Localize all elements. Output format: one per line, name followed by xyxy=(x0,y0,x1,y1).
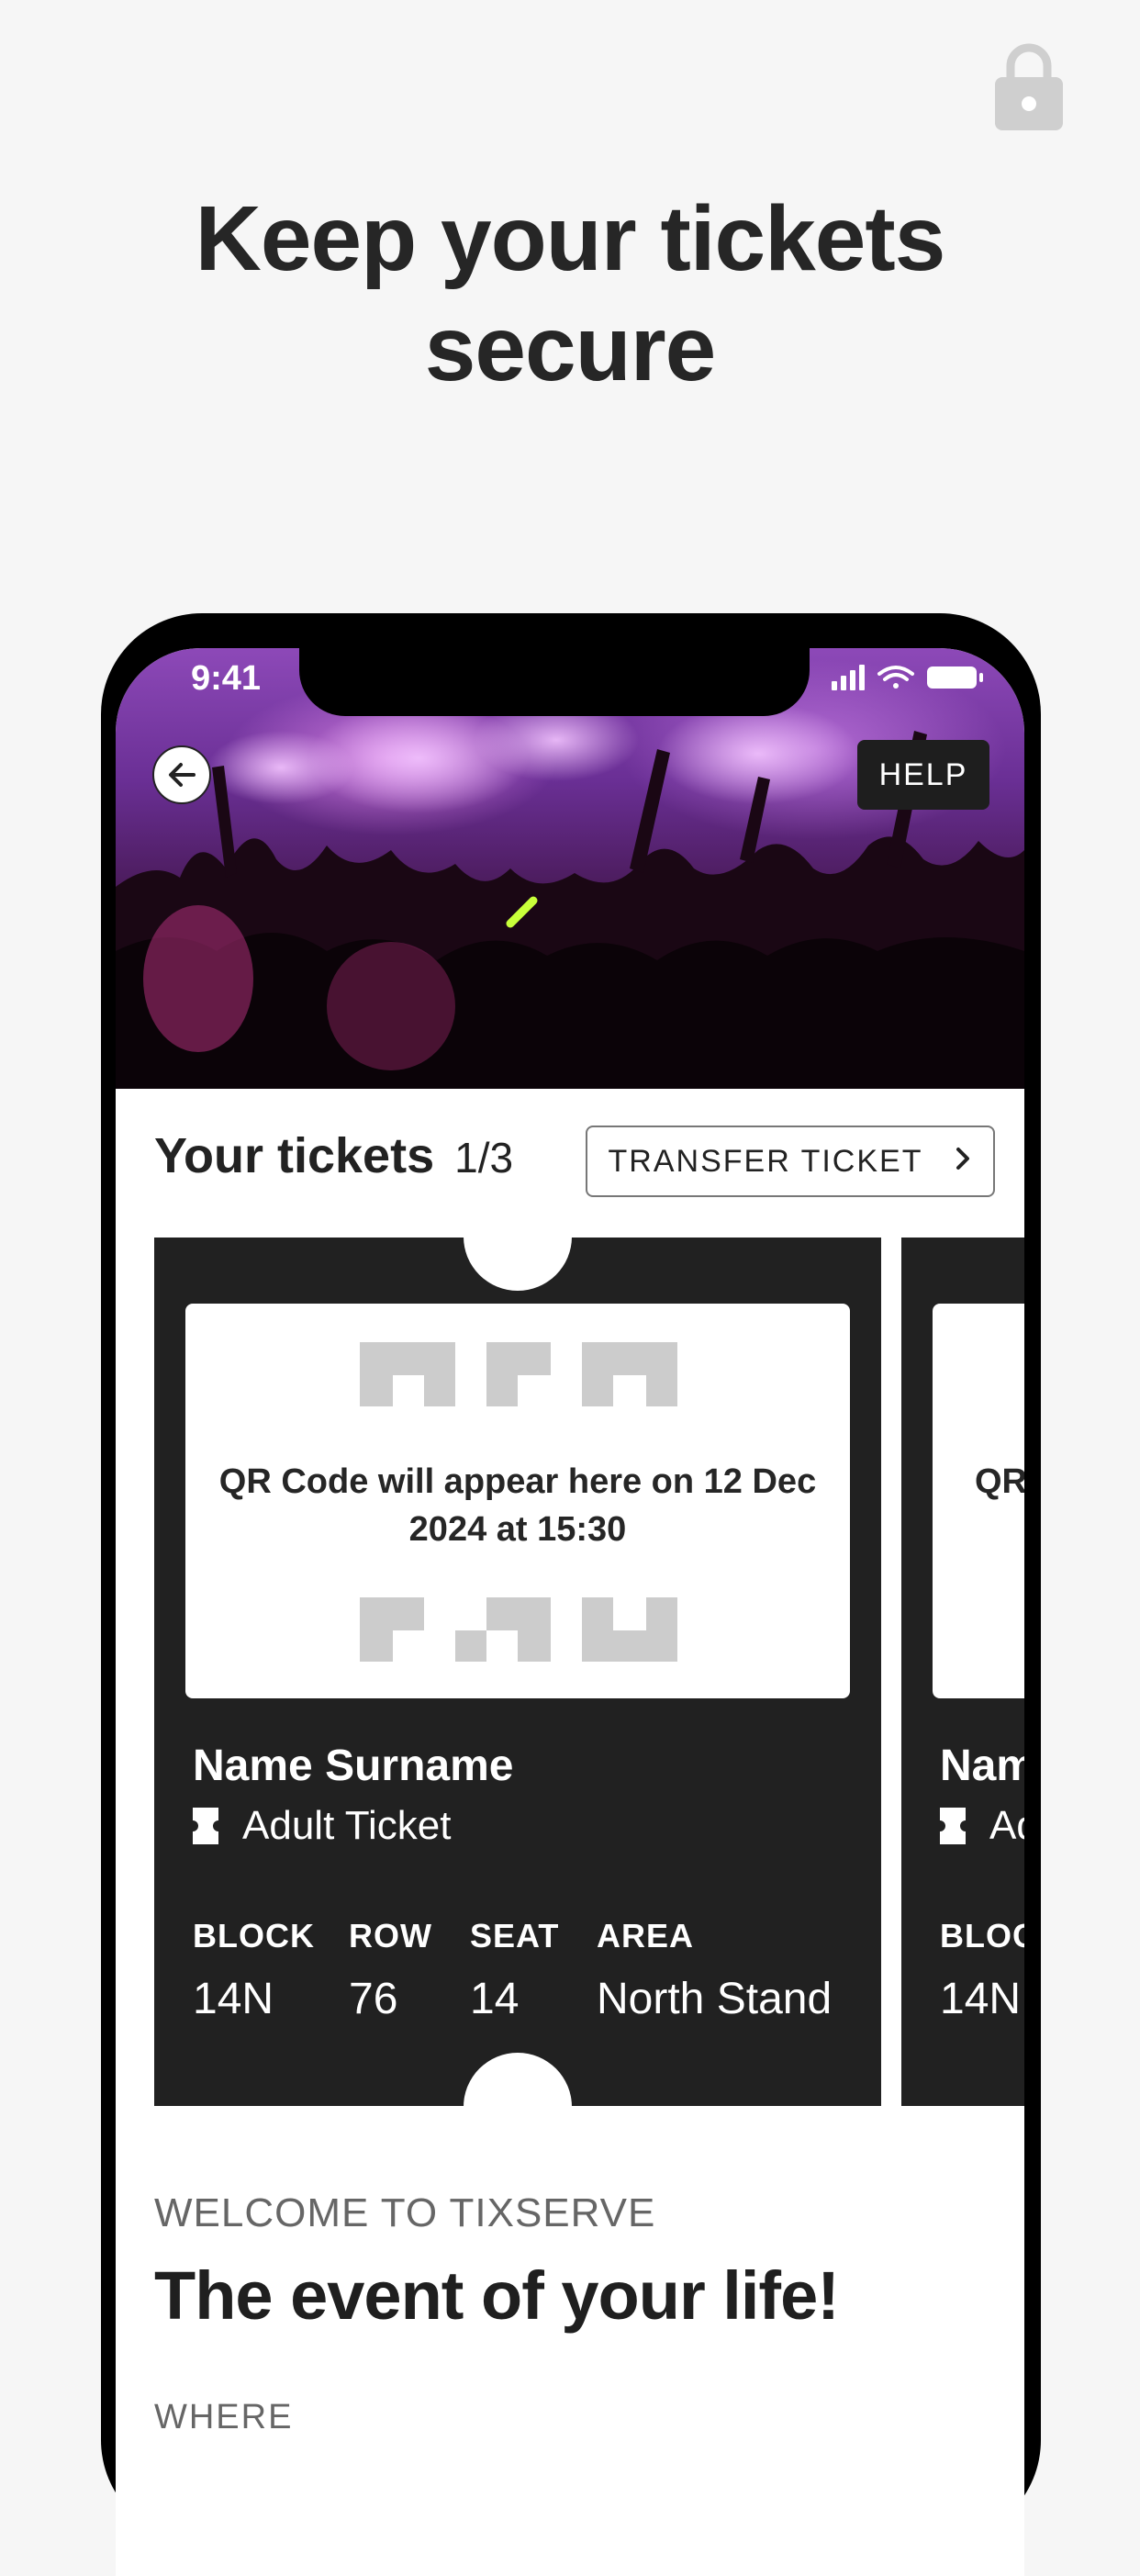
chevron-right-icon xyxy=(954,1142,972,1181)
phone-screen: 9:41 HELP Your tickets 1/3 TRANSFER TICK… xyxy=(116,648,1024,2576)
ticket-type: Adult Ticket xyxy=(193,1803,451,1849)
ticket-type: Ad xyxy=(940,1803,1024,1849)
phone-notch xyxy=(299,648,810,716)
block-value: 14N xyxy=(193,1975,274,2023)
ticket-card[interactable]: QR Code will appear here on 12 Dec 2024 … xyxy=(154,1182,881,2161)
qr-pattern-top xyxy=(360,1342,677,1406)
area-label: AREA xyxy=(597,1917,695,1954)
arrow-left-icon xyxy=(169,763,196,787)
wifi-icon xyxy=(877,666,914,689)
back-button[interactable] xyxy=(152,745,211,804)
signal-icon xyxy=(832,665,865,690)
seat-label: SEAT xyxy=(470,1917,560,1954)
ticket-card[interactable]: QR Nam Ad BLOC 14N xyxy=(901,1238,1024,2106)
seat-value: 14 xyxy=(470,1975,520,2023)
seat-block: BLOCK 14N xyxy=(193,1917,315,2024)
tickets-title: Your tickets xyxy=(154,1128,435,1183)
block-label: BLOC xyxy=(940,1917,1024,1954)
ticket-icon xyxy=(940,1808,966,1844)
ticket-cutout-bottom xyxy=(464,2053,572,2161)
tickets-header: Your tickets 1/3 xyxy=(154,1127,513,1184)
qr-availability-text: QR Code will appear here on 12 Dec 2024 … xyxy=(218,1462,817,1549)
tickets-count: 1/3 xyxy=(454,1134,514,1182)
seat-seat: SEAT 14 xyxy=(470,1917,559,2024)
status-icons xyxy=(832,665,983,690)
ticket-holder-name: Name Surname xyxy=(193,1742,514,1790)
where-label: WHERE xyxy=(154,2398,294,2436)
help-button[interactable]: HELP xyxy=(857,740,989,810)
block-label: BLOCK xyxy=(193,1917,315,1954)
transfer-ticket-button[interactable]: TRANSFER TICKET xyxy=(586,1126,995,1197)
welcome-subtitle: WELCOME TO TIXSERVE xyxy=(154,2190,656,2235)
qr-availability-text: QR xyxy=(975,1462,1024,1501)
qr-pattern-bottom xyxy=(360,1597,677,1662)
seat-row: ROW 76 xyxy=(349,1917,432,2024)
qr-placeholder: QR xyxy=(933,1304,1024,1698)
seat-area: AREA North Stand xyxy=(597,1917,832,2024)
status-time: 9:41 xyxy=(191,659,262,698)
event-title: The event of your life! xyxy=(154,2257,840,2334)
qr-placeholder: QR Code will appear here on 12 Dec 2024 … xyxy=(185,1304,850,1698)
area-value: North Stand xyxy=(597,1975,833,2023)
ticket-type-label: Adult Ticket xyxy=(242,1803,452,1848)
headline: Keep your tickets secure xyxy=(0,184,1140,404)
seat-block: BLOC 14N xyxy=(940,1917,1024,2024)
block-value: 14N xyxy=(940,1975,1022,2023)
transfer-ticket-label: TRANSFER TICKET xyxy=(608,1143,923,1179)
ticket-type-label: Ad xyxy=(989,1803,1024,1848)
phone-frame: 9:41 HELP Your tickets 1/3 TRANSFER TICK… xyxy=(101,613,1041,2576)
battery-icon xyxy=(927,666,983,689)
ticket-holder-name: Nam xyxy=(940,1742,1024,1790)
ticket-icon xyxy=(193,1808,218,1844)
headline-line-1: Keep your tickets xyxy=(195,187,946,290)
lock-icon xyxy=(995,43,1063,130)
row-value: 76 xyxy=(349,1975,398,2023)
row-label: ROW xyxy=(349,1917,432,1954)
ticket-cutout-top xyxy=(464,1182,572,1291)
headline-line-2: secure xyxy=(424,297,716,400)
